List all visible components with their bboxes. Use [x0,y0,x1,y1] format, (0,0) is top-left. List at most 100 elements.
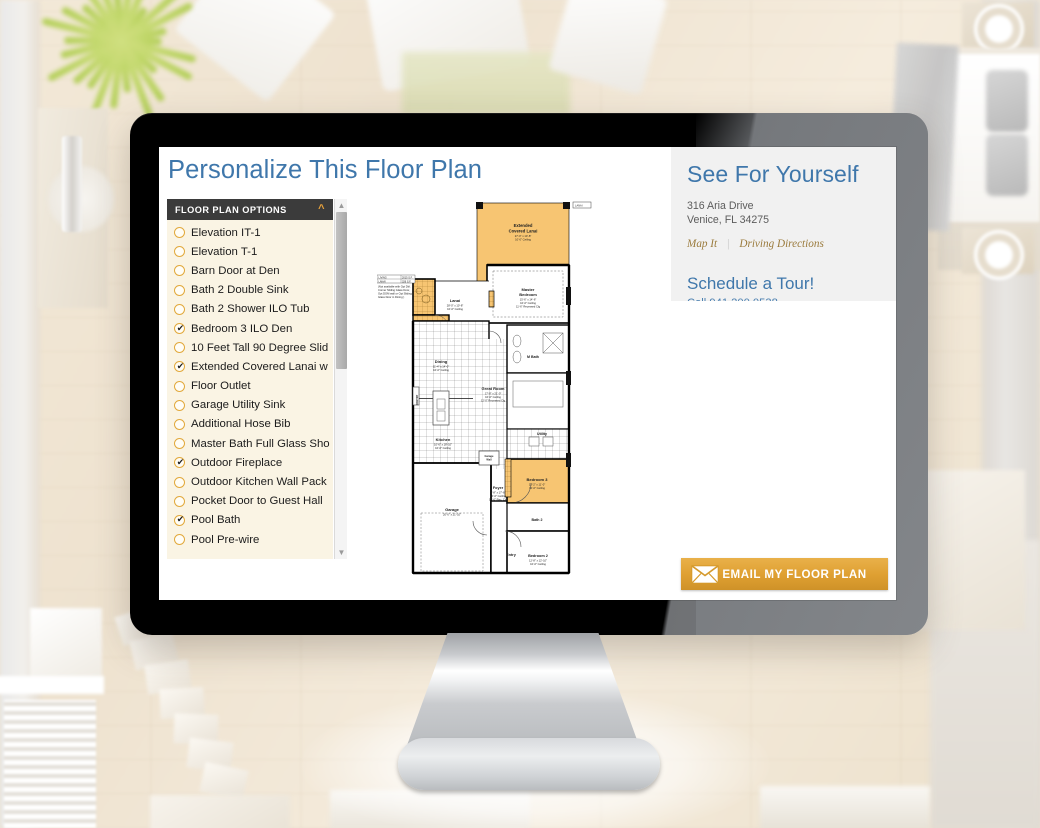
louvered-panel [4,700,96,828]
svg-text:Garage: Garage [445,507,460,512]
radio-checked-icon[interactable] [174,456,186,469]
address-line-2: Venice, FL 34275 [687,214,770,226]
option-row[interactable]: Elevation T-1 [167,242,333,261]
svg-text:PANTRY: PANTRY [415,394,419,405]
radio-unchecked-icon[interactable] [174,418,185,430]
option-row[interactable]: Bedroom 3 ILO Den [167,319,333,338]
driving-directions-link[interactable]: Driving Directions [739,238,823,250]
option-row[interactable]: Barn Door at Den [167,261,333,280]
chevron-up-icon[interactable]: ^ [318,204,325,215]
radio-checked-icon[interactable] [174,360,186,373]
option-row[interactable]: Elevation IT-1 [167,223,333,242]
svg-text:10'-0" Ceiling: 10'-0" Ceiling [485,395,501,399]
options-list[interactable]: Elevation IT-1 Elevation T-1 Barn Door at … [167,220,333,559]
option-label: Barn Door at Den [191,264,280,277]
option-row[interactable]: Floor Outlet [167,377,333,396]
radio-unchecked-icon[interactable] [174,246,185,258]
option-row[interactable]: Bath 2 Double Sink [167,281,333,300]
main-content-column: Personalize This Floor Plan FLOOR PLAN O… [159,147,671,600]
svg-text:Extended: Extended [514,223,533,228]
radio-unchecked-icon[interactable] [174,476,185,488]
radio-unchecked-icon[interactable] [174,399,185,411]
svg-text:Foyer: Foyer [493,486,504,490]
sidebar-lower-white [671,301,896,600]
svg-text:10'-0" Ceiling: 10'-0" Ceiling [490,494,506,498]
radio-checked-icon[interactable] [174,322,186,335]
radio-unchecked-icon[interactable] [174,227,185,239]
svg-text:28'-0" x 10'-8": 28'-0" x 10'-8" [447,304,464,308]
option-label: Floor Outlet [191,380,251,393]
floor-tile-bottom-left [150,795,290,828]
sidebar-title: See For Yourself [687,161,859,187]
options-panel-header[interactable]: FLOOR PLAN OPTIONS ^ [167,199,333,220]
radio-unchecked-icon[interactable] [174,495,185,507]
pillow-upper [986,70,1028,132]
option-row[interactable]: Pocket Door to Guest Hall [167,492,333,511]
option-label: Additional Hose Bib [191,418,291,431]
scrollbar-thumb[interactable] [336,212,347,369]
option-row[interactable]: Master Bath Full Glass Sho [167,434,333,453]
svg-text:Utility: Utility [537,432,547,436]
schedule-tour-heading: Schedule a Tour! [687,274,815,293]
background-room-scene: Personalize This Floor Plan FLOOR PLAN O… [0,0,1040,828]
monitor-screen: Personalize This Floor Plan FLOOR PLAN O… [159,147,896,600]
option-label: Extended Covered Lanai w [191,360,328,373]
option-row[interactable]: Extended Covered Lanai w [167,357,333,376]
computer-monitor: Personalize This Floor Plan FLOOR PLAN O… [130,113,928,635]
svg-text:M Bath: M Bath [527,355,539,359]
svg-text:LIVING: LIVING [379,276,387,279]
lamp-top [974,4,1024,54]
radio-unchecked-icon[interactable] [174,438,185,450]
options-panel-title: FLOOR PLAN OPTIONS [175,204,287,215]
email-my-floor-plan-button[interactable]: EMAIL MY FLOOR PLAN [681,558,888,590]
sidebar-content: See For Yourself 316 Aria Drive Venice, … [671,147,896,309]
svg-text:326 S.F.: 326 S.F. [402,280,411,283]
option-label: Master Bath Full Glass Sho [191,437,330,450]
triangle-up-icon[interactable]: ▲ [335,199,348,212]
svg-text:Dining: Dining [435,359,448,364]
option-label: 10 Feet Tall 90 Degree Slid [191,341,329,354]
svg-text:Bedroom: Bedroom [519,292,537,297]
option-row[interactable]: Pool Pre-wire [167,530,333,549]
radio-unchecked-icon[interactable] [174,265,185,277]
svg-text:Bedroom 3: Bedroom 3 [527,477,549,482]
option-row[interactable]: Outdoor Fireplace [167,453,333,472]
svg-text:Garage: Garage [485,454,494,458]
address-line-1: 316 Aria Drive [687,200,754,212]
radio-unchecked-icon[interactable] [174,380,185,392]
radio-unchecked-icon[interactable] [174,342,185,354]
map-it-link[interactable]: Map It [687,238,717,250]
link-separator: | [727,238,730,250]
option-label: Outdoor Fireplace [191,456,283,469]
option-row[interactable]: Outdoor Kitchen Wall Pack [167,472,333,491]
options-scrollbar[interactable]: ▲ ▼ [334,199,347,559]
svg-text:10'-0" Ceiling: 10'-0" Ceiling [515,238,531,242]
door-handle [62,136,82,232]
radio-unchecked-icon[interactable] [174,303,185,315]
svg-text:13'-2" x 11'-0": 13'-2" x 11'-0" [529,483,545,487]
svg-text:Wall: Wall [486,458,492,462]
sidebar-column: See For Yourself 316 Aria Drive Venice, … [671,147,896,600]
option-row[interactable]: Garage Utility Sink [167,396,333,415]
option-label: Elevation T-1 [191,245,258,258]
svg-text:Lanai: Lanai [450,298,460,303]
svg-text:12'-0" Recessed Clg: 12'-0" Recessed Clg [481,399,506,403]
address-block: 316 Aria Drive Venice, FL 34275 [687,199,880,227]
svg-text:11'-4" x 14'-0": 11'-4" x 14'-0" [433,365,449,369]
option-row[interactable]: Pool Bath [167,511,333,530]
map-links: Map It | Driving Directions [687,238,880,250]
svg-text:Bath 2: Bath 2 [532,518,543,522]
option-label: Bath 2 Double Sink [191,284,289,297]
option-label: Pool Bath [191,514,241,527]
floor-plan-drawing[interactable]: LANAI LIVING 2015 S.F. LANAI 326 S.F. (N… [376,191,677,596]
option-row[interactable]: Additional Hose Bib [167,415,333,434]
radio-unchecked-icon[interactable] [174,534,185,546]
option-row[interactable]: 10 Feet Tall 90 Degree Slid [167,338,333,357]
envelope-icon [691,564,719,584]
radio-checked-icon[interactable] [174,513,186,526]
email-button-label: EMAIL MY FLOOR PLAN [722,567,867,581]
svg-text:17'-8" x 21'-0": 17'-8" x 21'-0" [485,392,502,396]
triangle-down-icon[interactable]: ▼ [335,546,348,559]
option-row[interactable]: Bath 2 Shower ILO Tub [167,300,333,319]
radio-unchecked-icon[interactable] [174,284,185,296]
